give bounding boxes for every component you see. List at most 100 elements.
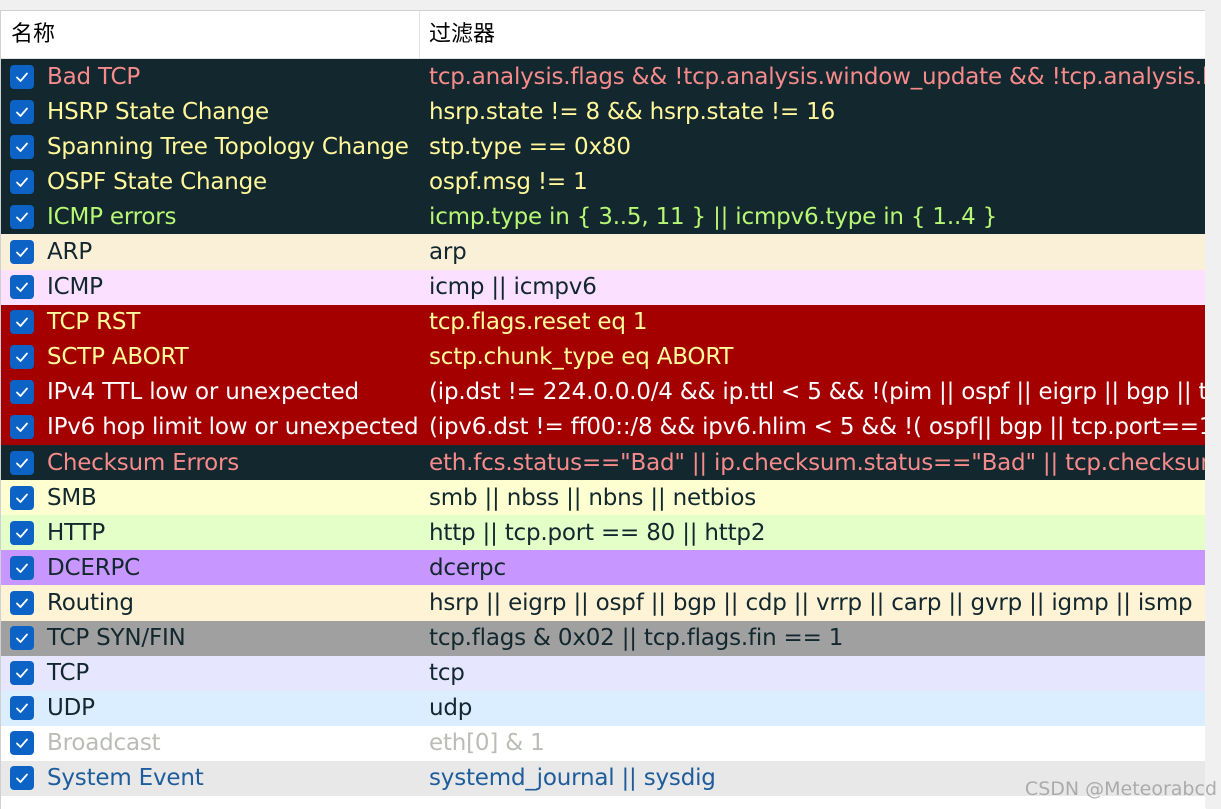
coloring-rule-row[interactable]: Bad TCPtcp.analysis.flags && !tcp.analys…	[1, 59, 1206, 94]
rule-name-cell[interactable]: ICMP	[1, 274, 420, 300]
rule-enabled-checkbox[interactable]	[10, 731, 34, 755]
checkmark-icon	[14, 314, 30, 330]
column-header-name[interactable]: 名称	[1, 11, 420, 58]
rule-name-cell[interactable]: TCP RST	[1, 309, 420, 335]
checkmark-icon	[14, 735, 30, 751]
rule-enabled-checkbox[interactable]	[10, 240, 34, 264]
rule-filter[interactable]: tcp.flags & 0x02 || tcp.flags.fin == 1	[420, 625, 1206, 651]
checkmark-icon	[14, 69, 30, 85]
rule-name-cell[interactable]: OSPF State Change	[1, 169, 420, 195]
coloring-rules-list: Bad TCPtcp.analysis.flags && !tcp.analys…	[1, 59, 1206, 796]
rule-name-cell[interactable]: HSRP State Change	[1, 99, 420, 125]
coloring-rule-row[interactable]: SCTP ABORTsctp.chunk_type eq ABORT	[1, 340, 1206, 375]
rule-enabled-checkbox[interactable]	[10, 380, 34, 404]
rule-enabled-checkbox[interactable]	[10, 275, 34, 299]
checkmark-icon	[14, 455, 30, 471]
rule-filter[interactable]: tcp	[420, 660, 1206, 686]
rule-filter[interactable]: hsrp.state != 8 && hsrp.state != 16	[420, 99, 1206, 125]
rule-filter[interactable]: dcerpc	[420, 555, 1206, 581]
column-header-filter[interactable]: 过滤器	[420, 11, 1206, 58]
rule-name: ARP	[47, 239, 92, 265]
rule-name-cell[interactable]: TCP SYN/FIN	[1, 625, 420, 651]
rule-enabled-checkbox[interactable]	[10, 486, 34, 510]
coloring-rule-row[interactable]: UDPudp	[1, 691, 1206, 726]
window-background	[1205, 10, 1221, 808]
coloring-rule-row[interactable]: DCERPCdcerpc	[1, 550, 1206, 585]
rule-enabled-checkbox[interactable]	[10, 135, 34, 159]
rule-name-cell[interactable]: Routing	[1, 590, 420, 616]
checkmark-icon	[14, 104, 30, 120]
coloring-rule-row[interactable]: Checksum Errorseth.fcs.status=="Bad" || …	[1, 445, 1206, 480]
rule-filter[interactable]: stp.type == 0x80	[420, 134, 1206, 160]
rule-name-cell[interactable]: Spanning Tree Topology Change	[1, 134, 420, 160]
rule-filter[interactable]: arp	[420, 239, 1206, 265]
rule-name-cell[interactable]: SCTP ABORT	[1, 344, 420, 370]
coloring-rule-row[interactable]: SMB smb || nbss || nbns || netbios	[1, 480, 1206, 515]
rule-enabled-checkbox[interactable]	[10, 591, 34, 615]
rule-filter[interactable]: eth[0] & 1	[420, 730, 1206, 756]
rule-enabled-checkbox[interactable]	[10, 205, 34, 229]
rule-filter[interactable]: icmp || icmpv6	[420, 274, 1206, 300]
rule-name-cell[interactable]: UDP	[1, 695, 420, 721]
rule-enabled-checkbox[interactable]	[10, 521, 34, 545]
rule-name: SMB	[47, 485, 97, 511]
coloring-rule-row[interactable]: Routing hsrp || eigrp || ospf || bgp || c…	[1, 585, 1206, 620]
coloring-rule-row[interactable]: ARP arp	[1, 234, 1206, 269]
rule-name: Broadcast	[47, 730, 160, 756]
checkmark-icon	[14, 665, 30, 681]
rule-filter[interactable]: smb || nbss || nbns || netbios	[420, 485, 1206, 511]
rule-name-cell[interactable]: SMB	[1, 485, 420, 511]
coloring-rule-row[interactable]: TCP RST tcp.flags.reset eq 1	[1, 305, 1206, 340]
rule-filter[interactable]: ospf.msg != 1	[420, 169, 1206, 195]
rule-name-cell[interactable]: Checksum Errors	[1, 450, 420, 476]
rule-enabled-checkbox[interactable]	[10, 65, 34, 89]
rule-enabled-checkbox[interactable]	[10, 345, 34, 369]
rule-name: TCP RST	[47, 309, 140, 335]
rule-name-cell[interactable]: HTTP	[1, 520, 420, 546]
rule-filter[interactable]: http || tcp.port == 80 || http2	[420, 520, 1206, 546]
coloring-rule-row[interactable]: IPv4 TTL low or unexpected(ip.dst != 224…	[1, 375, 1206, 410]
coloring-rule-row[interactable]: TCP SYN/FINtcp.flags & 0x02 || tcp.flags…	[1, 621, 1206, 656]
rule-enabled-checkbox[interactable]	[10, 415, 34, 439]
rule-filter[interactable]: udp	[420, 695, 1206, 721]
rule-enabled-checkbox[interactable]	[10, 556, 34, 580]
rule-name-cell[interactable]: DCERPC	[1, 555, 420, 581]
rule-filter[interactable]: (ipv6.dst != ff00::/8 && ipv6.hlim < 5 &…	[420, 414, 1206, 440]
checkmark-icon	[14, 244, 30, 260]
rule-enabled-checkbox[interactable]	[10, 626, 34, 650]
rule-filter[interactable]: tcp.flags.reset eq 1	[420, 309, 1206, 335]
coloring-rule-row[interactable]: ICMP errorsicmp.type in { 3..5, 11 } || …	[1, 199, 1206, 234]
rule-enabled-checkbox[interactable]	[10, 661, 34, 685]
rule-name-cell[interactable]: System Event	[1, 765, 420, 791]
rule-name-cell[interactable]: Bad TCP	[1, 64, 420, 90]
coloring-rule-row[interactable]: IPv6 hop limit low or unexpected(ipv6.ds…	[1, 410, 1206, 445]
rule-filter[interactable]: (ip.dst != 224.0.0.0/4 && ip.ttl < 5 && …	[420, 379, 1206, 405]
checkmark-icon	[14, 770, 30, 786]
rule-filter[interactable]: hsrp || eigrp || ospf || bgp || cdp || v…	[420, 590, 1206, 616]
rule-enabled-checkbox[interactable]	[10, 451, 34, 475]
rule-name-cell[interactable]: ARP	[1, 239, 420, 265]
rule-enabled-checkbox[interactable]	[10, 100, 34, 124]
rule-enabled-checkbox[interactable]	[10, 696, 34, 720]
rule-enabled-checkbox[interactable]	[10, 310, 34, 334]
rule-name: Routing	[47, 590, 134, 616]
coloring-rule-row[interactable]: TCPtcp	[1, 656, 1206, 691]
rule-name-cell[interactable]: Broadcast	[1, 730, 420, 756]
rule-name-cell[interactable]: TCP	[1, 660, 420, 686]
rule-filter[interactable]: tcp.analysis.flags && !tcp.analysis.wind…	[420, 64, 1206, 90]
coloring-rule-row[interactable]: ICMPicmp || icmpv6	[1, 270, 1206, 305]
rule-name: OSPF State Change	[47, 169, 267, 195]
rule-filter[interactable]: icmp.type in { 3..5, 11 } || icmpv6.type…	[420, 204, 1206, 230]
coloring-rule-row[interactable]: Broadcast eth[0] & 1	[1, 726, 1206, 761]
coloring-rule-row[interactable]: HTTPhttp || tcp.port == 80 || http2	[1, 515, 1206, 550]
rule-filter[interactable]: eth.fcs.status=="Bad" || ip.checksum.sta…	[420, 450, 1206, 476]
rule-enabled-checkbox[interactable]	[10, 170, 34, 194]
coloring-rule-row[interactable]: OSPF State Change ospf.msg != 1	[1, 164, 1206, 199]
rule-name-cell[interactable]: IPv6 hop limit low or unexpected	[1, 414, 420, 440]
rule-name-cell[interactable]: ICMP errors	[1, 204, 420, 230]
rule-name-cell[interactable]: IPv4 TTL low or unexpected	[1, 379, 420, 405]
rule-enabled-checkbox[interactable]	[10, 766, 34, 790]
coloring-rule-row[interactable]: Spanning Tree Topology Changestp.type ==…	[1, 129, 1206, 164]
coloring-rule-row[interactable]: HSRP State Changehsrp.state != 8 && hsrp…	[1, 94, 1206, 129]
rule-filter[interactable]: sctp.chunk_type eq ABORT	[420, 344, 1206, 370]
